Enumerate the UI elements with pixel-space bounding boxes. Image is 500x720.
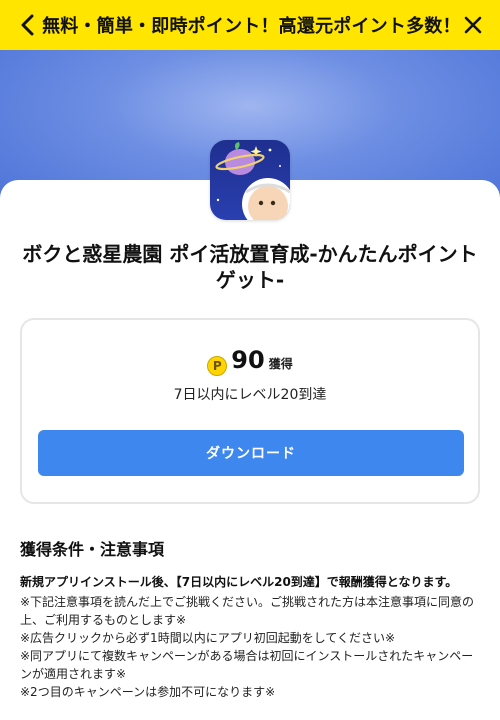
- reward-condition: 7日以内にレベル20到達: [173, 387, 327, 403]
- points-unit: 獲得: [268, 357, 293, 371]
- section-title: 獲得条件・注意事項: [20, 540, 165, 559]
- point-coin-icon: P: [207, 356, 228, 376]
- back-chevron-icon[interactable]: [18, 11, 36, 39]
- notes-item: ※広告クリックから必ず1時間以内にアプリ初回起動をしてください※: [20, 631, 396, 645]
- points-value: 90: [231, 346, 265, 374]
- close-icon[interactable]: [461, 11, 486, 39]
- download-button[interactable]: ダウンロード: [38, 430, 464, 476]
- notes-item: ※同アプリにて複数キャンペーンがある場合は初回にインストールされたキャンペーンが…: [20, 649, 474, 681]
- points-row: P 90 獲得: [22, 346, 478, 376]
- notes-item: ※下記注意事項を読んだ上でご挑戦ください。ご挑戦された方は本注意事項に同意の上、…: [20, 595, 475, 627]
- notes-lead: 新規アプリインストール後、【7日以内にレベル20到達】で報酬獲得となります。: [20, 575, 458, 589]
- banner-title: 無料・簡単・即時ポイント！高還元ポイント多数！: [42, 16, 461, 37]
- app-name: ボクと惑星農園 ポイ活放置育成-かんたんポイントゲット-: [22, 242, 478, 292]
- notes-list: 新規アプリインストール後、【7日以内にレベル20到達】で報酬獲得となります。 ※…: [20, 573, 480, 701]
- promo-banner: 無料・簡単・即時ポイント！高還元ポイント多数！: [0, 0, 500, 50]
- app-icon: [210, 140, 290, 220]
- reward-card: P 90 獲得 7日以内にレベル20到達 ダウンロード: [20, 318, 480, 504]
- notes-item: ※2つ目のキャンペーンは参加不可になります※: [20, 685, 276, 699]
